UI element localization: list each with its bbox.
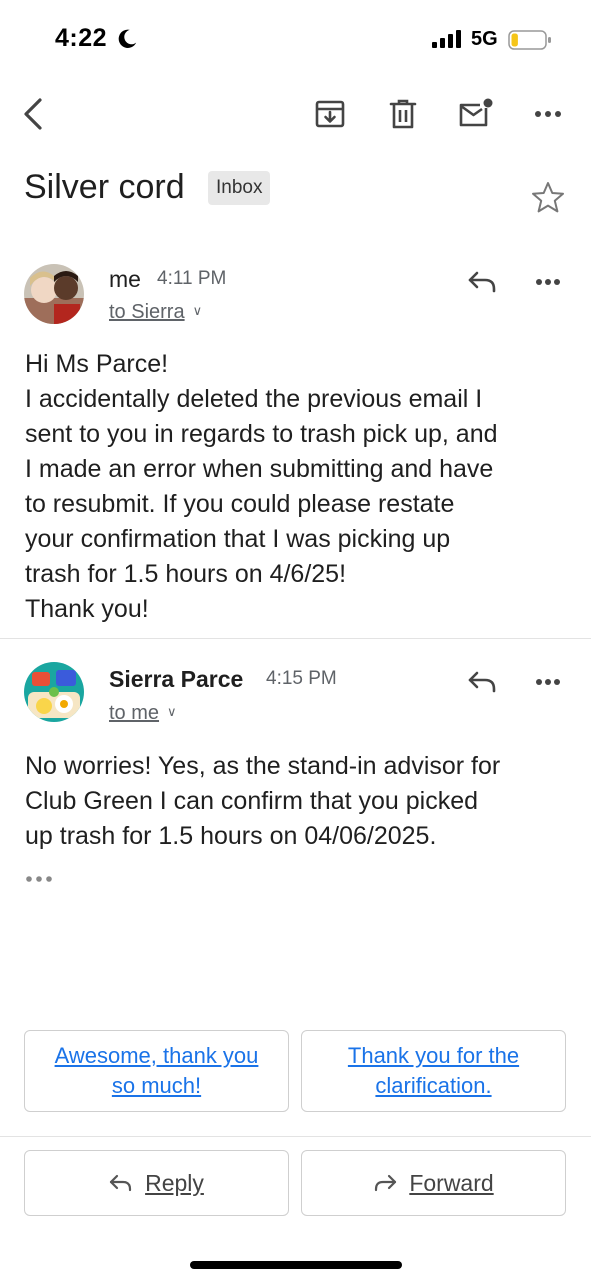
body-line: Hi Ms Parce! [25,350,169,378]
reply-button[interactable]: Reply [24,1150,289,1216]
message-divider [0,638,591,639]
back-arrow-icon [24,98,42,130]
message-more-button[interactable] [524,258,572,306]
battery-icon [508,30,551,50]
more-icon [535,111,561,117]
network-type: 5G [471,28,498,50]
body-line: your confirmation that I was picking up [25,525,451,553]
status-time: 4:22 [55,24,108,52]
message-time: 4:11 PM [157,268,227,289]
sender-name: Sierra Parce [109,666,244,692]
forward-icon [375,1174,397,1192]
home-indicator[interactable] [190,1261,402,1269]
forward-label: Forward [409,1169,494,1196]
reply-label: Reply [145,1169,204,1196]
star-icon[interactable] [530,180,566,216]
body-line: trash for 1.5 hours on 4/6/25! [25,560,347,588]
body-line: sent to you in regards to trash pick up,… [25,420,498,448]
actions-divider [0,1136,591,1137]
smart-reply-line: clarification. [375,1073,492,1098]
reply-icon [109,1174,132,1192]
trash-icon [389,99,417,129]
smart-reply-line: Thank you for the [347,1043,520,1068]
reply-icon [468,671,496,693]
smart-reply-1[interactable]: Awesome, thank you so much! [24,1030,289,1112]
body-line: I made an error when submitting and have [25,455,494,483]
body-line: I accidentally deleted the previous emai… [25,385,483,413]
archive-button[interactable] [302,86,358,142]
more-icon [536,679,560,685]
archive-icon [315,100,345,128]
delete-button[interactable] [375,86,431,142]
sender-avatar-me[interactable] [24,264,84,324]
toolbar [0,86,591,142]
inbox-label-chip[interactable]: Inbox [208,171,271,205]
chevron-down-icon: ∨ [192,303,203,318]
more-icon [536,279,560,285]
mark-unread-icon [459,98,493,127]
more-options-button[interactable] [520,86,576,142]
sender-avatar-sierra[interactable] [24,662,84,722]
chevron-down-icon: ∨ [167,704,177,719]
body-line: to resubmit. If you could please restate [25,490,455,518]
mark-unread-button[interactable] [448,86,504,142]
recipients-toggle[interactable]: to Sierra ∨ [109,301,202,324]
recipients-text: to Sierra [109,301,185,323]
reply-icon-button[interactable] [458,258,506,306]
back-button[interactable] [6,86,62,142]
email-subject: Silver cord [24,168,185,206]
body-line: Thank you! [25,595,149,623]
status-bar: 4:22 5G [0,0,591,80]
moon-icon [118,29,137,48]
smart-reply-line: Awesome, thank you [54,1043,259,1068]
message-body: No worries! Yes, as the stand-in advisor… [25,749,500,854]
sender-name: me [109,266,141,292]
reply-icon-button[interactable] [458,658,506,706]
body-line: Club Green I can confirm that you picked [25,787,479,815]
recipients-toggle[interactable]: to me ∨ [109,702,177,725]
message-more-button[interactable] [524,658,572,706]
body-line: up trash for 1.5 hours on 04/06/2025. [25,822,437,850]
smart-reply-line: so much! [111,1073,202,1098]
recipients-text: to me [109,702,160,724]
message-time: 4:15 PM [266,668,337,689]
message-body: Hi Ms Parce! I accidentally deleted the … [25,347,498,627]
smart-reply-2[interactable]: Thank you for the clarification. [301,1030,566,1112]
show-trimmed-content-icon[interactable] [22,868,56,890]
signal-icon [432,30,461,48]
forward-button[interactable]: Forward [301,1150,566,1216]
reply-icon [468,271,496,293]
body-line: No worries! Yes, as the stand-in advisor… [25,752,501,780]
